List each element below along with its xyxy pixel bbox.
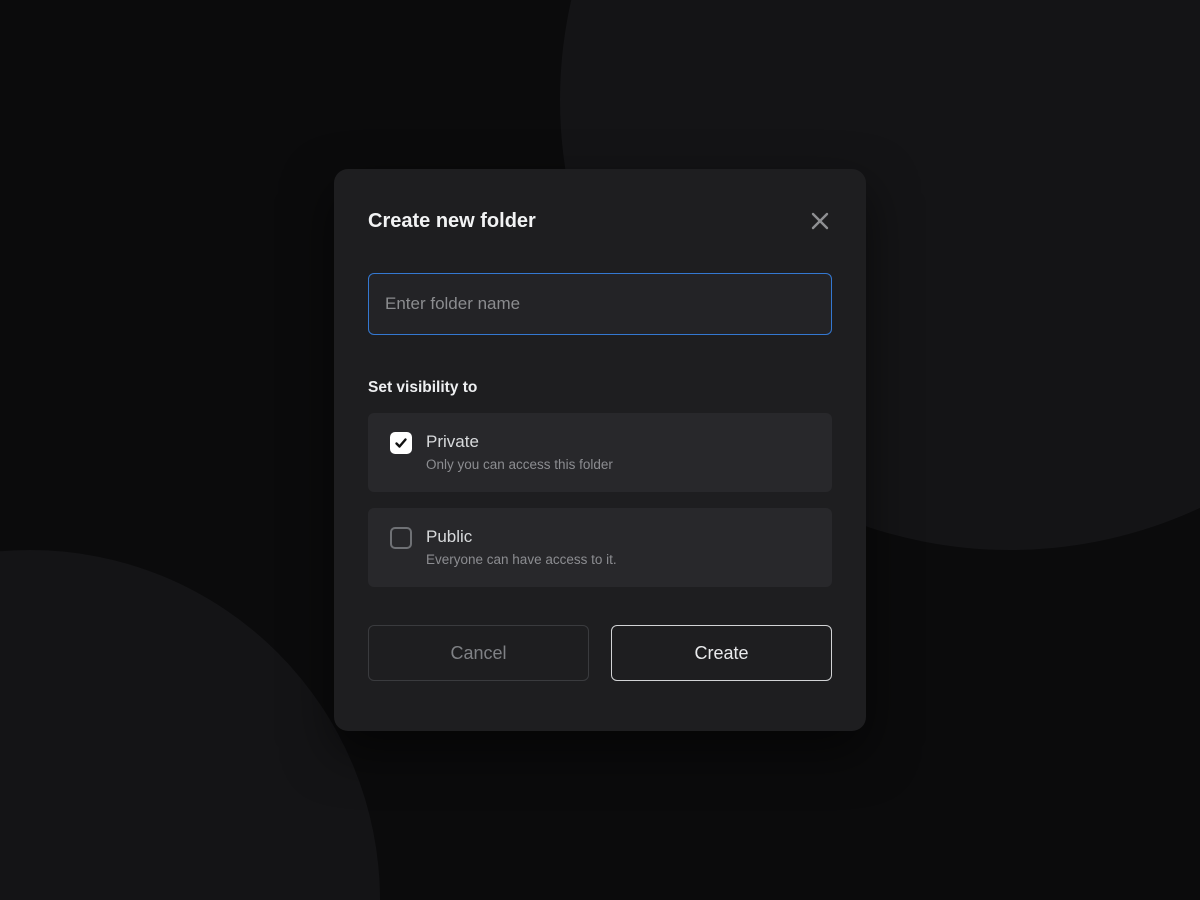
option-text: Private Only you can access this folder xyxy=(426,431,613,472)
option-description: Everyone can have access to it. xyxy=(426,552,617,567)
checkbox-unchecked[interactable] xyxy=(390,527,412,549)
folder-name-input[interactable] xyxy=(368,273,832,335)
visibility-option-public[interactable]: Public Everyone can have access to it. xyxy=(368,508,832,587)
visibility-label: Set visibility to xyxy=(368,379,832,397)
option-title: Public xyxy=(426,526,617,548)
modal-title: Create new folder xyxy=(368,210,536,233)
option-description: Only you can access this folder xyxy=(426,457,613,472)
cancel-button[interactable]: Cancel xyxy=(368,625,589,681)
button-label: Cancel xyxy=(450,643,506,664)
checkbox-checked[interactable] xyxy=(390,432,412,454)
check-icon xyxy=(394,436,408,450)
close-button[interactable] xyxy=(808,209,832,233)
modal-header: Create new folder xyxy=(368,209,832,233)
button-label: Create xyxy=(694,643,748,664)
option-text: Public Everyone can have access to it. xyxy=(426,526,617,567)
modal-actions: Cancel Create xyxy=(368,625,832,681)
close-icon xyxy=(810,211,830,231)
create-button[interactable]: Create xyxy=(611,625,832,681)
visibility-option-private[interactable]: Private Only you can access this folder xyxy=(368,413,832,492)
create-folder-modal: Create new folder Set visibility to Priv… xyxy=(334,169,866,731)
background-circle xyxy=(0,550,380,900)
option-title: Private xyxy=(426,431,613,453)
